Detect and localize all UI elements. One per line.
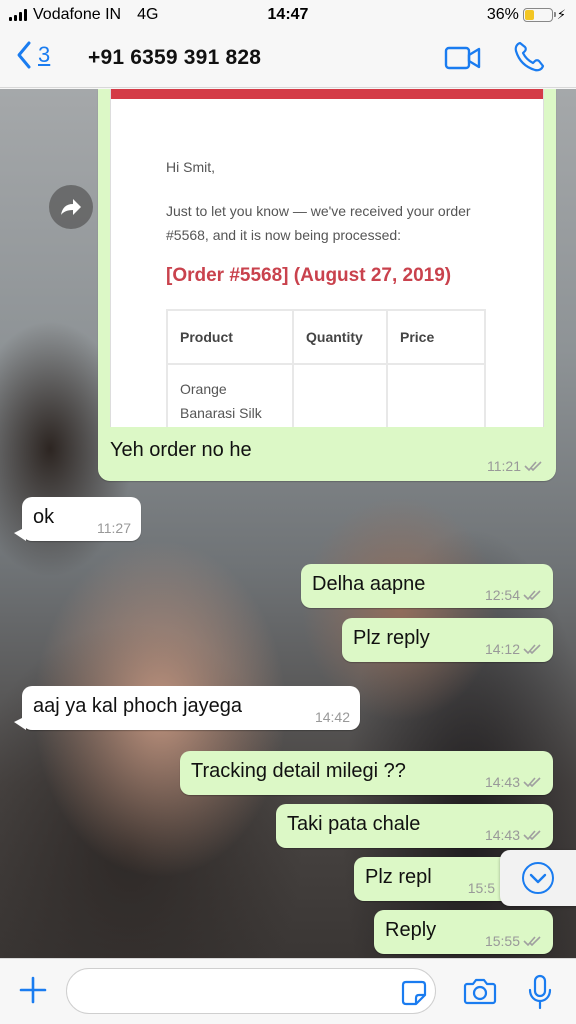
order-table: Product Quantity Price Orange Banarasi S… xyxy=(166,309,486,427)
double-check-icon xyxy=(523,644,541,655)
charging-icon: ⚡ xyxy=(556,7,566,22)
double-check-icon xyxy=(524,461,542,472)
battery-fill xyxy=(524,10,535,20)
chat-header: 3 +91 6359 391 828 xyxy=(0,30,576,88)
message-text: Plz repl xyxy=(365,866,432,888)
message-meta: 14:42 xyxy=(315,709,350,725)
double-check-icon xyxy=(523,590,541,601)
message-bubble-outgoing[interactable]: Delha aapne 12:54 xyxy=(301,564,553,608)
message-meta: 14:43 xyxy=(485,774,543,790)
message-text: Taki pata chale xyxy=(287,813,421,835)
back-button[interactable]: 3 xyxy=(16,40,50,70)
camera-icon[interactable] xyxy=(463,977,497,1005)
status-right: 36% ⚡ xyxy=(487,6,566,24)
message-meta: 12:54 xyxy=(485,587,543,603)
email-order-heading: [Order #5568] (August 27, 2019) xyxy=(166,265,452,286)
message-text: Tracking detail milegi ?? xyxy=(191,760,406,782)
image-message[interactable]: Hi Smit, Just to let you know — we've re… xyxy=(98,89,556,481)
email-greeting: Hi Smit, xyxy=(166,159,215,175)
chevron-down-icon xyxy=(522,862,554,894)
message-input[interactable] xyxy=(66,968,436,1014)
message-bubble-incoming[interactable]: ok 11:27 xyxy=(14,497,141,541)
order-email-image[interactable]: Hi Smit, Just to let you know — we've re… xyxy=(110,89,544,427)
table-cell: Orange Banarasi Silk xyxy=(166,363,294,427)
forward-arrow-icon xyxy=(61,199,81,215)
chat-area[interactable]: Hi Smit, Just to let you know — we've re… xyxy=(0,89,576,958)
scroll-to-bottom-button[interactable] xyxy=(500,850,576,906)
message-time: 15:55 xyxy=(484,933,520,949)
message-bubble-outgoing[interactable]: Plz reply 14:12 xyxy=(342,618,553,662)
message-time: 12:54 xyxy=(484,587,520,603)
input-bar xyxy=(0,958,576,1024)
table-header: Price xyxy=(386,309,486,365)
plus-icon[interactable] xyxy=(18,975,48,1005)
message-bubble-outgoing[interactable]: Reply 15:55 xyxy=(374,910,553,954)
message-meta: 14:43 xyxy=(485,827,543,843)
forward-button[interactable] xyxy=(49,185,93,229)
email-body: Just to let you know — we've received yo… xyxy=(166,203,471,243)
message-time: 15:5 xyxy=(467,880,495,896)
status-bar: Vodafone IN 4G 14:47 36% ⚡ xyxy=(0,0,576,30)
message-text: ok xyxy=(33,506,55,528)
message-text: Plz reply xyxy=(353,627,430,649)
message-bubble-outgoing[interactable]: Taki pata chale 14:43 xyxy=(276,804,553,848)
bubble-tail xyxy=(14,527,26,541)
sticker-icon[interactable] xyxy=(400,979,428,1007)
double-check-icon xyxy=(523,830,541,841)
message-time: 11:27 xyxy=(97,520,131,536)
microphone-icon[interactable] xyxy=(527,974,553,1010)
table-cell xyxy=(292,363,388,427)
battery-icon xyxy=(522,8,556,22)
message-time: 14:43 xyxy=(484,827,520,843)
video-call-icon[interactable] xyxy=(444,45,482,71)
message-bubble-outgoing[interactable]: Tracking detail milegi ?? 14:43 xyxy=(180,751,553,795)
email-header-strip xyxy=(111,89,543,99)
message-time: 11:21 xyxy=(487,458,521,474)
phone-call-icon[interactable] xyxy=(512,40,546,74)
message-time: 14:42 xyxy=(314,709,350,725)
table-row: Orange Banarasi Silk xyxy=(166,363,486,427)
message-text: Delha aapne xyxy=(312,573,426,595)
image-caption: Yeh order no he xyxy=(110,439,252,461)
contact-name[interactable]: +91 6359 391 828 xyxy=(88,46,261,70)
message-bubble-incoming[interactable]: aaj ya kal phoch jayega 14:42 xyxy=(14,686,360,730)
chevron-left-icon xyxy=(17,41,31,69)
message-text: Reply xyxy=(385,919,437,941)
message-meta: 11:21 xyxy=(487,458,544,474)
double-check-icon xyxy=(523,777,541,788)
message-meta: 15:55 xyxy=(485,933,543,949)
table-cell xyxy=(386,363,486,427)
bubble-tail xyxy=(14,716,26,730)
message-text: aaj ya kal phoch jayega xyxy=(33,695,243,717)
double-check-icon xyxy=(523,936,541,947)
message-meta: 14:12 xyxy=(485,641,543,657)
message-time: 14:43 xyxy=(484,774,520,790)
table-header: Quantity xyxy=(292,309,388,365)
unread-count: 3 xyxy=(38,42,51,67)
message-meta: 11:27 xyxy=(97,520,131,536)
table-header: Product xyxy=(166,309,294,365)
message-time: 14:12 xyxy=(484,641,520,657)
message-meta: 15:5 xyxy=(468,880,495,896)
battery-percent: 36% xyxy=(486,6,519,23)
